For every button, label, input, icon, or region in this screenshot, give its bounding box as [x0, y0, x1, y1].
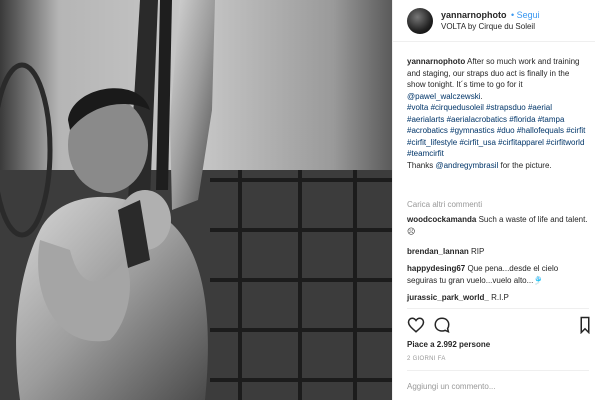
post-caption: yannarnophoto After so much work and tra…: [407, 56, 589, 171]
speech-bubble-icon[interactable]: [433, 316, 451, 334]
thanks-suffix: for the picture.: [498, 160, 552, 170]
load-more-comments-link[interactable]: Carica altri commenti: [407, 200, 482, 209]
comment-item: happydesing67 Que pena...desde el cielo …: [407, 263, 589, 286]
post-photo[interactable]: [0, 0, 392, 400]
comment-item: jurassic_park_world_ R.I.P: [407, 292, 589, 304]
header-username[interactable]: yannarnophoto: [441, 10, 507, 20]
comment-username[interactable]: jurassic_park_world_: [407, 293, 489, 302]
heart-icon[interactable]: [407, 316, 425, 334]
caption-thanks: Thanks @andregymbrasil for the picture.: [407, 160, 589, 172]
caption-hashtags[interactable]: #volta #cirquedusoleil #strapsduo #aeria…: [407, 102, 589, 160]
thanks-prefix: Thanks: [407, 160, 436, 170]
location-link[interactable]: VOLTA by Cirque du Soleil: [441, 22, 535, 31]
comment-username[interactable]: woodcockamanda: [407, 215, 476, 224]
divider: [407, 370, 589, 371]
bookmark-icon[interactable]: [579, 316, 591, 334]
add-comment-input[interactable]: Aggiungi un commento...: [407, 382, 496, 391]
comment-item: woodcockamanda Such a waste of life and …: [407, 214, 589, 237]
comment-item: brendan_lannan RIP: [407, 246, 589, 258]
comment-username[interactable]: happydesing67: [407, 264, 465, 273]
post-side-panel: yannarnophoto • Segui VOLTA by Cirque du…: [392, 0, 595, 400]
caption-username[interactable]: yannarnophoto: [407, 57, 465, 66]
divider: [407, 308, 589, 309]
follow-button[interactable]: • Segui: [511, 10, 540, 20]
comment-username[interactable]: brendan_lannan: [407, 247, 469, 256]
comment-text: RIP: [471, 247, 485, 256]
post-header: yannarnophoto • Segui VOLTA by Cirque du…: [393, 0, 595, 42]
caption-text-end: .: [480, 91, 483, 101]
like-count[interactable]: Piace a 2.992 persone: [407, 340, 490, 349]
post-timestamp: 2 GIORNI FA: [407, 356, 446, 362]
caption-mention[interactable]: @pawel_walczewski: [407, 92, 480, 101]
post-photo-image: [0, 0, 392, 400]
avatar[interactable]: [407, 8, 433, 34]
thanks-mention[interactable]: @andregymbrasil: [435, 161, 498, 170]
comment-text: R.I.P: [491, 293, 509, 302]
